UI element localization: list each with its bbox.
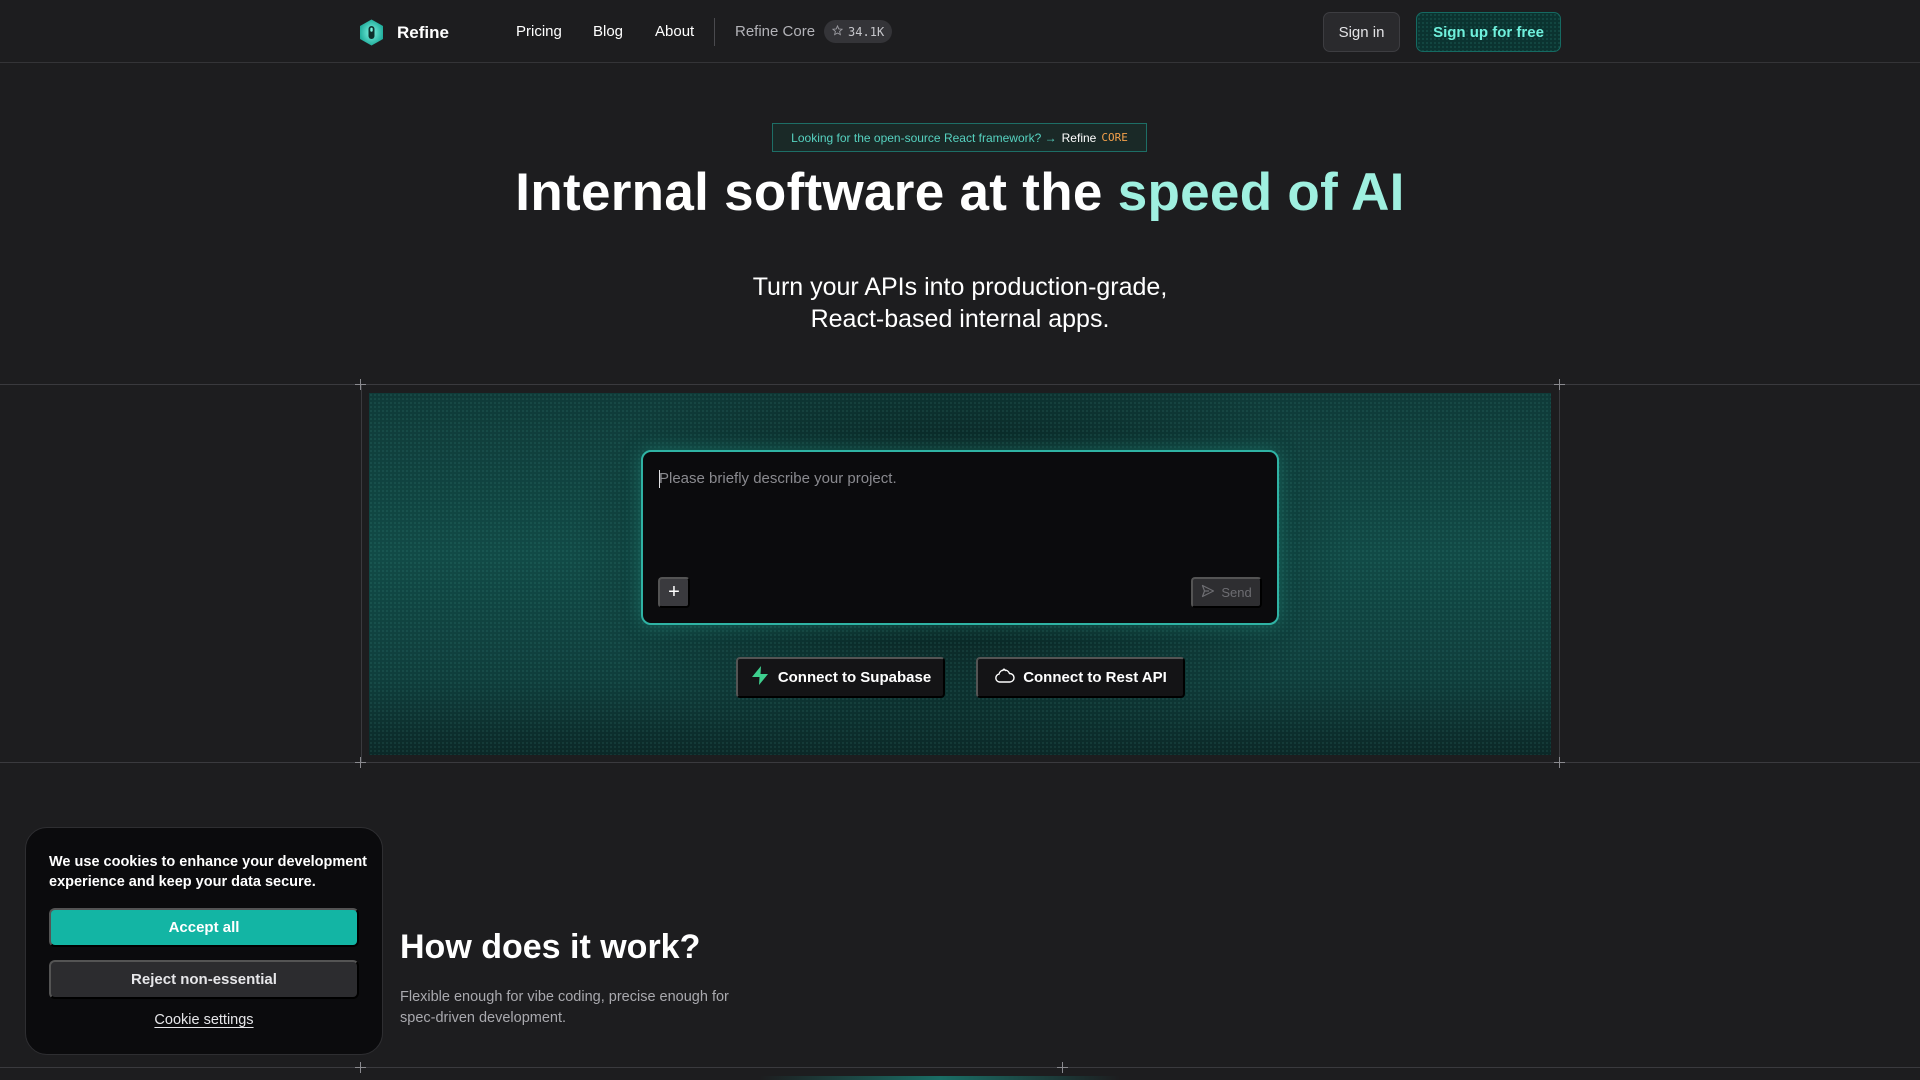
connect-supabase-button[interactable]: Connect to Supabase: [736, 657, 945, 698]
sign-in-button[interactable]: Sign in: [1323, 12, 1400, 52]
corner-mark: [1554, 379, 1565, 390]
cookie-message: We use cookies to enhance your developme…: [49, 854, 368, 890]
star-icon: [831, 24, 844, 39]
hero-subtitle-line1: Turn your APIs into production-grade,: [752, 273, 1168, 301]
cloud-api-icon: [994, 667, 1015, 689]
corner-mark: [355, 757, 366, 768]
refine-core-label: Refine Core: [735, 23, 816, 40]
accept-all-cookies-button[interactable]: Accept all: [49, 908, 359, 947]
banner-core: CORE: [1101, 131, 1128, 144]
cookie-settings-link[interactable]: Cookie settings: [26, 1012, 382, 1028]
corner-mark: [1057, 1062, 1068, 1073]
github-stars-badge: 34.1K: [824, 20, 893, 43]
hero-subtitle-line2: React-based internal apps.: [810, 305, 1110, 333]
connect-rest-api-label: Connect to Rest API: [1023, 669, 1167, 686]
nav-divider: [714, 18, 715, 46]
supabase-bolt-icon: [750, 665, 770, 690]
top-navigation: Refine Pricing Blog About Refine Core 34…: [0, 0, 1920, 63]
banner-refine: Refine: [1061, 130, 1097, 145]
how-it-works-subtitle: Flexible enough for vibe coding, precise…: [400, 989, 729, 1026]
banner-text: Looking for the open-source React framew…: [791, 130, 1057, 145]
frame-line-lower: [0, 1067, 1920, 1068]
add-attachment-button[interactable]: +: [658, 577, 690, 608]
hero-title-accent: speed of AI: [1117, 163, 1405, 222]
hero-subtitle: Turn your APIs into production-grade, Re…: [0, 271, 1920, 335]
cookie-consent-dialog: We use cookies to enhance your developme…: [25, 827, 383, 1055]
send-label: Send: [1221, 585, 1252, 600]
project-prompt-box: + Send: [641, 450, 1279, 625]
corner-mark: [355, 1062, 366, 1073]
connect-supabase-label: Connect to Supabase: [777, 669, 932, 686]
project-description-input[interactable]: [657, 468, 1257, 528]
next-section-glow: [760, 1076, 1120, 1080]
sign-up-button[interactable]: Sign up for free: [1416, 12, 1561, 52]
logo-text: Refine: [397, 22, 449, 42]
logo-link[interactable]: Refine: [357, 18, 449, 47]
frame-line-right: [1559, 384, 1560, 762]
hero-title: Internal software at the speed of AI: [0, 162, 1920, 223]
frame-line-bottom: [0, 762, 1920, 763]
nav-link-blog[interactable]: Blog: [593, 23, 623, 40]
how-it-works-title: How does it work?: [400, 928, 701, 966]
plus-icon: +: [668, 581, 680, 603]
github-stars-count: 34.1K: [848, 24, 885, 39]
send-icon: [1201, 584, 1215, 601]
frame-line-top: [0, 384, 1920, 385]
open-source-banner[interactable]: Looking for the open-source React framew…: [772, 123, 1147, 152]
corner-mark: [1554, 757, 1565, 768]
corner-mark: [355, 379, 366, 390]
hero-title-main: Internal software at the: [515, 163, 1118, 222]
nav-link-about[interactable]: About: [655, 23, 694, 40]
connect-rest-api-button[interactable]: Connect to Rest API: [976, 657, 1185, 698]
reject-non-essential-button[interactable]: Reject non-essential: [49, 960, 359, 999]
refine-logo-icon: [357, 18, 386, 47]
nav-link-pricing[interactable]: Pricing: [516, 23, 562, 40]
refine-core-link[interactable]: Refine Core 34.1K: [735, 20, 893, 43]
frame-line-left: [361, 384, 362, 762]
send-button[interactable]: Send: [1191, 577, 1262, 608]
